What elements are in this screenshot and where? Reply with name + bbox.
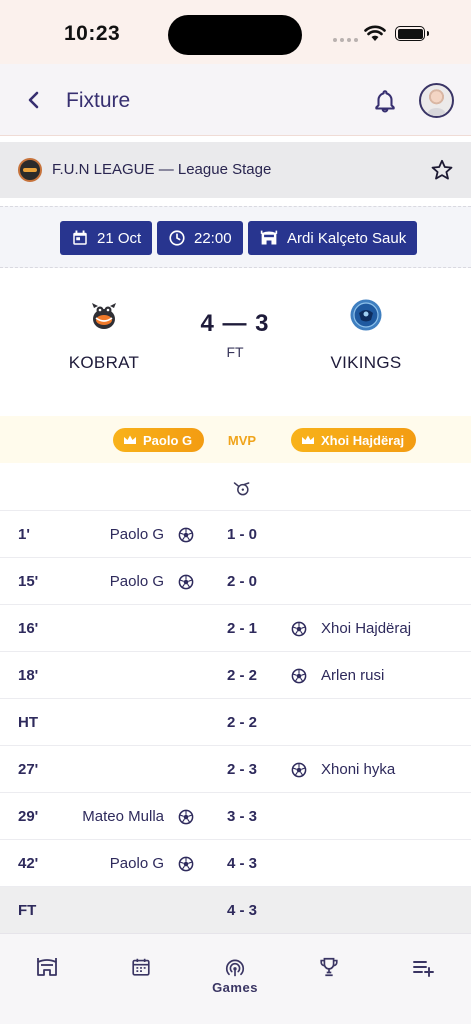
home-scorer[interactable]: Paolo G bbox=[110, 526, 164, 543]
league-logo-icon bbox=[18, 158, 42, 182]
venue-text: Ardi Kalçeto Sauk bbox=[287, 229, 407, 247]
away-scorer[interactable]: Xhoi Hajdëraj bbox=[321, 620, 411, 637]
soccer-ball-icon bbox=[178, 856, 194, 872]
calendar-icon bbox=[132, 958, 150, 976]
soccer-ball-icon bbox=[178, 809, 194, 825]
games-icon bbox=[225, 959, 245, 977]
event-score: 2 - 2 bbox=[226, 667, 257, 684]
back-icon[interactable] bbox=[22, 88, 46, 112]
away-mvp-name: Xhoi Hajdëraj bbox=[321, 432, 405, 448]
event-row: 29' Mateo Mulla 3 - 3 bbox=[0, 792, 471, 839]
home-scorer[interactable]: Mateo Mulla bbox=[82, 808, 164, 825]
battery-icon bbox=[395, 26, 429, 41]
away-team-crest-icon bbox=[350, 299, 382, 331]
soccer-ball-icon bbox=[178, 574, 194, 590]
nav-label-games: Games bbox=[212, 980, 258, 995]
event-row: 16' 2 - 1 Xhoi Hajdëraj bbox=[0, 604, 471, 651]
scoreboard: KOBRAT 4 — 3 FT VIKINGS bbox=[0, 268, 471, 406]
event-row: 18' 2 - 2 Arlen rusi bbox=[0, 651, 471, 698]
away-scorer[interactable]: Xhoni hyka bbox=[321, 761, 395, 778]
trophy-icon bbox=[320, 957, 338, 977]
event-minute: 18' bbox=[18, 667, 39, 684]
league-bar[interactable]: F.U.N LEAGUE — League Stage bbox=[0, 142, 471, 198]
date-chip[interactable]: 21 Oct bbox=[60, 221, 153, 255]
nav-leagues[interactable] bbox=[299, 956, 359, 980]
page-title: Fixture bbox=[66, 89, 131, 112]
event-minute: HT bbox=[18, 714, 38, 731]
avatar[interactable] bbox=[419, 83, 454, 118]
event-score: 4 - 3 bbox=[226, 902, 257, 919]
mvp-label: MVP bbox=[227, 433, 257, 448]
final-score: 4 — 3 bbox=[200, 310, 270, 337]
stadium-icon bbox=[260, 230, 278, 245]
time-text: 22:00 bbox=[194, 229, 232, 247]
event-row: FT 4 - 3 bbox=[0, 886, 471, 933]
event-score: 2 - 2 bbox=[226, 714, 257, 731]
event-minute: 1' bbox=[18, 526, 30, 543]
home-team-crest-icon bbox=[92, 303, 116, 329]
league-name: F.U.N LEAGUE — League Stage bbox=[52, 161, 272, 178]
mvp-row: Paolo G MVP Xhoi Hajdëraj bbox=[0, 416, 471, 463]
event-row: HT 2 - 2 bbox=[0, 698, 471, 745]
status-bar: 10:23 bbox=[0, 0, 471, 64]
bottom-nav: Games bbox=[0, 933, 471, 1024]
event-score: 1 - 0 bbox=[226, 526, 257, 543]
event-score: 2 - 0 bbox=[226, 573, 257, 590]
home-team-name: KOBRAT bbox=[68, 353, 140, 372]
bell-icon[interactable] bbox=[372, 88, 398, 114]
calendar-icon bbox=[73, 230, 87, 245]
wifi-icon bbox=[364, 25, 386, 41]
cellular-icon bbox=[333, 38, 358, 42]
away-mvp-badge[interactable]: Xhoi Hajdëraj bbox=[291, 428, 417, 452]
event-minute: 29' bbox=[18, 808, 39, 825]
nav-games[interactable]: Games bbox=[205, 956, 265, 995]
star-icon[interactable] bbox=[430, 158, 454, 182]
event-score: 4 - 3 bbox=[226, 855, 257, 872]
event-row: 27' 2 - 3 Xhoni hyka bbox=[0, 745, 471, 792]
app-bar: Fixture bbox=[0, 64, 471, 136]
away-team[interactable]: VIKINGS bbox=[296, 298, 436, 373]
whistle-icon bbox=[233, 482, 250, 496]
event-score: 2 - 1 bbox=[226, 620, 257, 637]
date-text: 21 Oct bbox=[97, 229, 142, 247]
event-minute: 27' bbox=[18, 761, 39, 778]
home-team[interactable]: KOBRAT bbox=[34, 298, 174, 373]
soccer-ball-icon bbox=[291, 621, 307, 637]
match-info-chips: 21 Oct 22:00 Ardi Kalçeto Sauk bbox=[0, 206, 471, 268]
score-center: 4 — 3 FT bbox=[170, 310, 300, 360]
event-score: 2 - 3 bbox=[226, 761, 257, 778]
home-scorer[interactable]: Paolo G bbox=[110, 573, 164, 590]
event-minute: 16' bbox=[18, 620, 39, 637]
home-scorer[interactable]: Paolo G bbox=[110, 855, 164, 872]
home-mvp-name: Paolo G bbox=[143, 432, 193, 448]
nav-stadiums[interactable] bbox=[17, 956, 77, 980]
event-score: 3 - 3 bbox=[226, 808, 257, 825]
event-minute: 42' bbox=[18, 855, 39, 872]
nav-calendar[interactable] bbox=[111, 956, 171, 980]
crown-icon bbox=[302, 435, 314, 444]
soccer-ball-icon bbox=[291, 668, 307, 684]
event-minute: FT bbox=[18, 902, 37, 919]
crown-icon bbox=[124, 435, 136, 444]
venue-chip[interactable]: Ardi Kalçeto Sauk bbox=[248, 221, 418, 255]
away-scorer[interactable]: Arlen rusi bbox=[321, 667, 384, 684]
soccer-ball-icon bbox=[291, 762, 307, 778]
event-minute: 15' bbox=[18, 573, 39, 590]
away-team-name: VIKINGS bbox=[330, 353, 402, 372]
status-time: 10:23 bbox=[64, 22, 121, 45]
event-row: 15' Paolo G 2 - 0 bbox=[0, 557, 471, 604]
soccer-ball-icon bbox=[178, 527, 194, 543]
home-mvp-badge[interactable]: Paolo G bbox=[113, 428, 205, 452]
match-status: FT bbox=[226, 344, 244, 360]
clock-icon bbox=[169, 230, 185, 246]
nav-add-list[interactable] bbox=[393, 956, 453, 980]
playlist-add-icon bbox=[413, 961, 434, 977]
events-timeline: 1' Paolo G 1 - 0 15' Paolo G 2 - 0 16' 2 - 1 Xho… bbox=[0, 510, 471, 933]
stadium-icon bbox=[37, 958, 57, 976]
dynamic-island bbox=[168, 15, 302, 55]
event-row: 42' Paolo G 4 - 3 bbox=[0, 839, 471, 886]
time-chip[interactable]: 22:00 bbox=[157, 221, 243, 255]
event-row: 1' Paolo G 1 - 0 bbox=[0, 510, 471, 557]
